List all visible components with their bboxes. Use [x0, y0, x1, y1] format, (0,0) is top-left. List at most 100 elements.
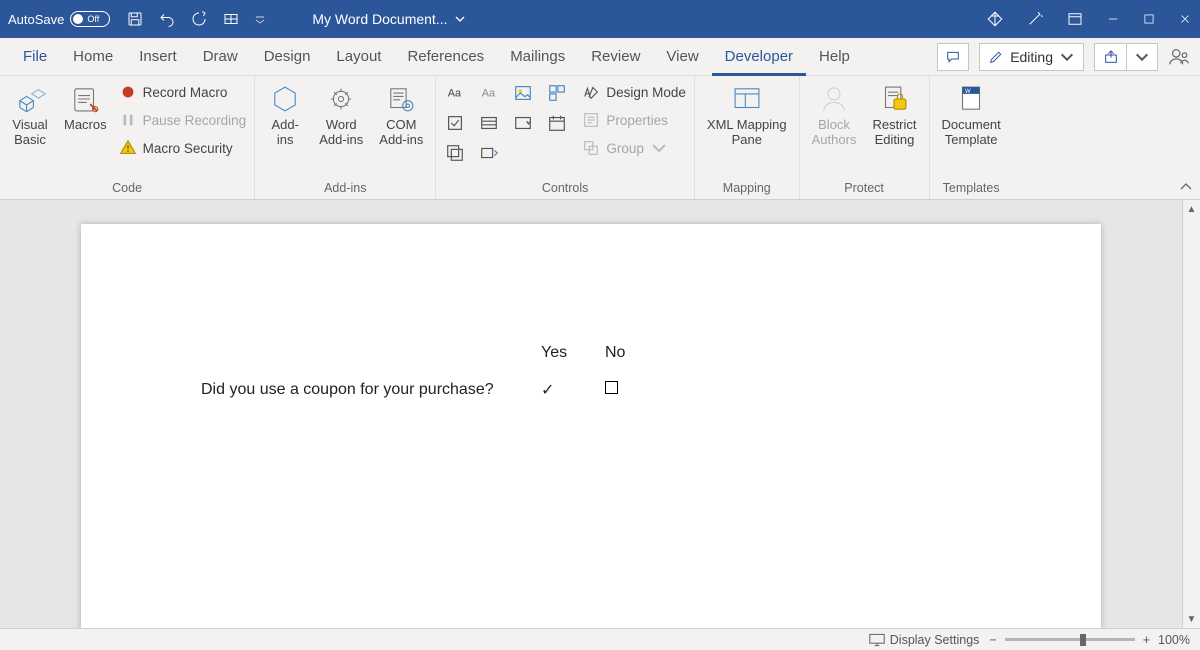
restrict-label: Restrict Editing [872, 118, 916, 148]
chevron-down-icon [1134, 49, 1150, 65]
ribbon: Visual Basic Macros Record Macro Pause R… [0, 76, 1200, 200]
editing-mode-button[interactable]: Editing [979, 43, 1084, 71]
share-button[interactable] [1094, 43, 1126, 71]
tab-insert[interactable]: Insert [126, 38, 190, 76]
warning-icon [119, 139, 137, 157]
window-icon[interactable] [1066, 10, 1084, 28]
tab-view[interactable]: View [653, 38, 711, 76]
autosave-state: Off [87, 14, 99, 24]
qat-more-icon[interactable] [254, 10, 266, 28]
maximize-icon[interactable] [1142, 12, 1156, 26]
table-icon[interactable] [222, 10, 240, 28]
restrict-editing-button[interactable]: Restrict Editing [868, 80, 920, 150]
macro-security-button[interactable]: Macro Security [119, 136, 247, 160]
hexagon-icon [268, 82, 302, 116]
design-mode-button[interactable]: Design Mode [582, 80, 686, 104]
document-title[interactable]: My Word Document... [312, 11, 465, 27]
question-text: Did you use a coupon for your purchase? [201, 381, 541, 399]
quick-access-toolbar [126, 10, 266, 28]
pause-label: Pause Recording [143, 113, 247, 128]
undo-icon[interactable] [158, 10, 176, 28]
checkbox-control-icon[interactable] [444, 112, 466, 134]
tab-references[interactable]: References [394, 38, 497, 76]
xml-mapping-button[interactable]: XML Mapping Pane [703, 80, 791, 150]
combo-box-control-icon[interactable] [478, 112, 500, 134]
group-templates-label: Templates [938, 179, 1005, 197]
addins-button[interactable]: Add- ins [263, 80, 307, 150]
tab-home[interactable]: Home [60, 38, 126, 76]
zoom-thumb[interactable] [1080, 634, 1086, 646]
vertical-scrollbar[interactable]: ▲ ▼ [1182, 200, 1200, 628]
tab-developer[interactable]: Developer [712, 38, 806, 76]
display-settings-button[interactable]: Display Settings [869, 633, 980, 647]
record-macro-button[interactable]: Record Macro [119, 80, 247, 104]
word-addins-label: Word Add-ins [319, 118, 363, 148]
svg-text:W: W [965, 89, 971, 95]
share-icon [1103, 49, 1119, 65]
tab-layout[interactable]: Layout [323, 38, 394, 76]
share-more-button[interactable] [1126, 43, 1158, 71]
date-picker-control-icon[interactable] [546, 112, 568, 134]
form-gear-icon [384, 82, 418, 116]
word-addins-button[interactable]: Word Add-ins [315, 80, 367, 150]
close-icon[interactable] [1178, 12, 1192, 26]
group-protect-label: Protect [808, 179, 921, 197]
tab-mailings[interactable]: Mailings [497, 38, 578, 76]
autosave-group: AutoSave Off [8, 11, 110, 27]
tab-draw[interactable]: Draw [190, 38, 251, 76]
building-block-control-icon[interactable] [546, 82, 568, 104]
tab-design[interactable]: Design [251, 38, 324, 76]
checkbox-yes[interactable]: ✓ [541, 380, 605, 400]
zoom-value[interactable]: 100% [1158, 633, 1190, 647]
redo-icon[interactable] [190, 10, 208, 28]
group-mapping: XML Mapping Pane Mapping [695, 76, 800, 199]
group-addins-label: Add-ins [263, 179, 427, 197]
comments-button[interactable] [937, 43, 969, 71]
group-protect: Block Authors Restrict Editing Protect [800, 76, 930, 199]
zoom-in-button[interactable]: + [1143, 633, 1150, 647]
minimize-icon[interactable] [1106, 12, 1120, 26]
collapse-ribbon-icon[interactable] [1178, 179, 1194, 195]
group-code: Visual Basic Macros Record Macro Pause R… [0, 76, 255, 199]
visual-basic-label: Visual Basic [12, 118, 47, 148]
pencil-icon [988, 49, 1004, 65]
tab-help[interactable]: Help [806, 38, 863, 76]
tab-review[interactable]: Review [578, 38, 653, 76]
scroll-up-icon[interactable]: ▲ [1183, 200, 1200, 218]
group-mapping-label: Mapping [703, 179, 791, 197]
autosave-toggle[interactable]: Off [70, 11, 110, 27]
document-template-icon: W [954, 82, 988, 116]
rich-text-control-icon[interactable]: Aa [444, 82, 466, 104]
document-template-button[interactable]: W Document Template [938, 80, 1005, 150]
properties-label: Properties [606, 113, 668, 128]
group-code-label: Code [8, 179, 246, 197]
macros-icon [68, 82, 102, 116]
repeating-section-control-icon[interactable] [444, 142, 466, 164]
title-right-icons [986, 10, 1192, 28]
diamond-icon[interactable] [986, 10, 1004, 28]
wand-icon[interactable] [1026, 10, 1044, 28]
com-addins-button[interactable]: COM Add-ins [375, 80, 427, 150]
column-no: No [605, 344, 669, 380]
scroll-down-icon[interactable]: ▼ [1183, 610, 1200, 628]
legacy-tools-icon[interactable] [478, 142, 500, 164]
checkbox-no[interactable] [605, 381, 669, 399]
svg-text:Aa: Aa [448, 88, 462, 100]
dropdown-control-icon[interactable] [512, 112, 534, 134]
document-template-label: Document Template [942, 118, 1001, 148]
gear-icon [324, 82, 358, 116]
account-icon[interactable] [1168, 46, 1190, 68]
tab-file[interactable]: File [10, 38, 60, 76]
save-icon[interactable] [126, 10, 144, 28]
picture-control-icon[interactable] [512, 82, 534, 104]
zoom-slider[interactable] [1005, 638, 1135, 641]
properties-button: Properties [582, 108, 686, 132]
macros-button[interactable]: Macros [60, 80, 111, 135]
visual-basic-button[interactable]: Visual Basic [8, 80, 52, 150]
document-viewport[interactable]: Yes No Did you use a coupon for your pur… [0, 200, 1182, 628]
zoom-out-button[interactable]: − [989, 633, 996, 647]
toggle-knob [73, 14, 83, 24]
visual-basic-icon [13, 82, 47, 116]
status-bar: Display Settings − + 100% [0, 628, 1200, 650]
plain-text-control-icon[interactable]: Aa [478, 82, 500, 104]
